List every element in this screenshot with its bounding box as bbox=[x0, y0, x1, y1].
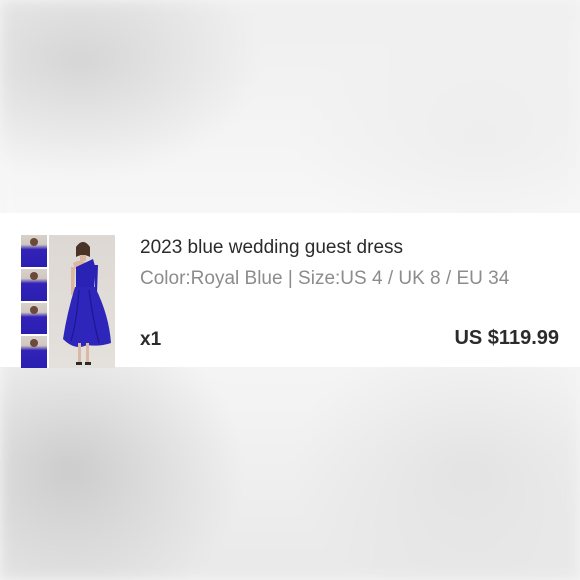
product-main-image bbox=[49, 235, 115, 368]
product-attributes: Color:Royal Blue | Size:US 4 / UK 8 / EU… bbox=[140, 268, 510, 289]
order-item-card[interactable]: 2023 blue wedding guest dress Color:Roya… bbox=[0, 213, 580, 368]
thumbnail-strip bbox=[21, 235, 47, 368]
product-quantity: x1 bbox=[140, 329, 162, 350]
dress-model-image bbox=[63, 242, 111, 365]
thumbnail-cell bbox=[21, 336, 47, 368]
thumbnail-cell bbox=[21, 302, 47, 335]
thumbnail-cell bbox=[21, 235, 47, 267]
product-thumbnail[interactable] bbox=[21, 235, 115, 368]
product-title[interactable]: 2023 blue wedding guest dress bbox=[140, 237, 403, 259]
product-price: US $119.99 bbox=[454, 327, 559, 349]
thumbnail-cell bbox=[21, 268, 47, 301]
